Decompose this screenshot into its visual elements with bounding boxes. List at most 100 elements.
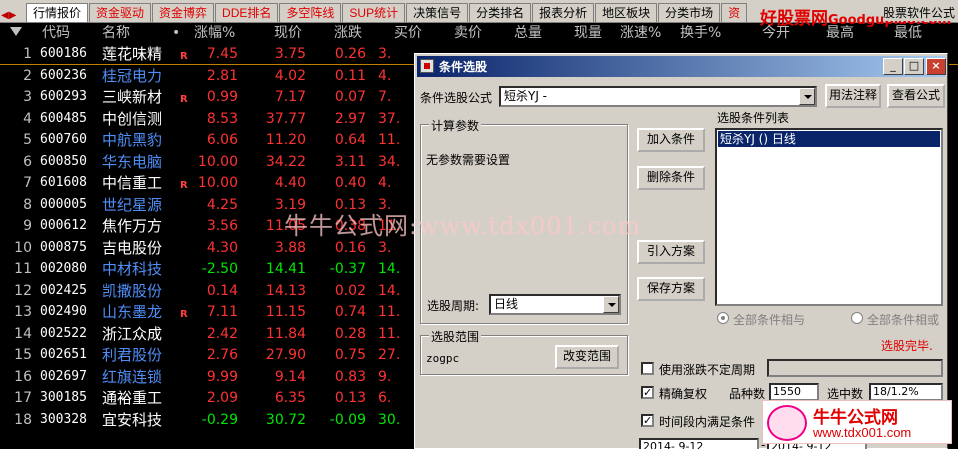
period-select[interactable]: 日线 xyxy=(489,294,621,315)
col-change[interactable]: 涨跌 xyxy=(334,23,362,43)
tab-9[interactable]: 地区板块 xyxy=(595,3,658,22)
stock-code: 600850 xyxy=(40,153,87,169)
tab-0[interactable]: 行情报价 xyxy=(26,3,89,22)
tab-scroll-nav[interactable]: ◀▶ xyxy=(1,3,25,21)
last-price: 34.22 xyxy=(265,153,306,170)
maximize-button[interactable]: □ xyxy=(904,58,924,75)
row-index: 10 xyxy=(14,239,32,256)
conditions-list[interactable]: 短杀YJ () 日线 xyxy=(715,128,943,306)
row-index: 12 xyxy=(14,282,32,299)
usage-notes-button[interactable]: 用法注释 xyxy=(825,84,881,108)
radio-or[interactable] xyxy=(851,312,863,324)
stock-name: 凯撒股份 xyxy=(102,281,163,300)
last-price: 3.75 xyxy=(274,46,306,62)
formula-select[interactable]: 短杀YJ - xyxy=(499,86,817,107)
col-open[interactable]: 今开 xyxy=(762,23,790,43)
row-index: 11 xyxy=(14,261,32,277)
stock-code: 002425 xyxy=(40,282,87,298)
tab-scroll-left-icon[interactable]: ◀ xyxy=(1,7,9,24)
col-pct[interactable]: 涨幅% xyxy=(194,23,235,43)
stock-name: 通裕重工 xyxy=(102,389,163,407)
minimize-button[interactable]: _ xyxy=(883,58,903,75)
col-price[interactable]: 现价 xyxy=(274,23,302,43)
add-condition-button[interactable]: 加入条件 xyxy=(637,128,705,152)
exact-restore-checkbox[interactable]: ✓ xyxy=(641,386,654,399)
view-formula-button[interactable]: 查看公式 xyxy=(887,84,945,108)
col-sell[interactable]: 卖价 xyxy=(454,23,482,43)
radio-and[interactable] xyxy=(717,312,729,324)
last-price: 11.15 xyxy=(265,304,306,320)
tab-11[interactable]: 资 xyxy=(721,3,748,22)
time-condition-checkbox[interactable]: ✓ xyxy=(641,414,654,427)
last-price: 11.20 xyxy=(265,132,306,148)
tab-3[interactable]: DDE排名 xyxy=(215,3,279,22)
tab-5[interactable]: SUP统计 xyxy=(342,3,406,22)
stock-code: 002522 xyxy=(40,325,87,341)
change-amount: 0.74 xyxy=(334,304,366,320)
last-price: 37.77 xyxy=(265,110,306,127)
stock-name: 焦作万方 xyxy=(102,217,163,235)
tab-7[interactable]: 分类排名 xyxy=(469,3,532,22)
chevron-down-icon[interactable] xyxy=(799,88,815,105)
chevron-down-icon[interactable] xyxy=(603,296,619,313)
change-pct: 10.00 xyxy=(197,175,238,191)
col-buy[interactable]: 买价 xyxy=(394,23,422,43)
change-amount: 0.40 xyxy=(334,175,366,191)
close-button[interactable]: × xyxy=(926,58,946,75)
stock-code: 600186 xyxy=(40,46,87,61)
tab-4[interactable]: 多空阵线 xyxy=(279,3,342,22)
use-updown-period-checkbox[interactable] xyxy=(641,362,654,375)
change-amount: 0.26 xyxy=(334,46,366,62)
change-pct: 4.30 xyxy=(206,239,238,256)
last-price: 9.14 xyxy=(274,368,306,385)
brand-right-label: 股票软件公式 xyxy=(883,4,956,21)
bid-price: 11. xyxy=(378,304,401,320)
change-pct: 7.11 xyxy=(206,304,238,320)
change-pct: 2.76 xyxy=(206,347,238,363)
stock-name: 中信重工 xyxy=(102,174,163,192)
sort-down-icon[interactable] xyxy=(10,27,22,36)
col-code[interactable]: 代码 xyxy=(42,23,70,43)
col-volume[interactable]: 总量 xyxy=(514,23,542,43)
col-name[interactable]: 名称 xyxy=(102,23,130,43)
row-index: 13 xyxy=(14,304,32,320)
change-range-button[interactable]: 改变范围 xyxy=(555,345,619,369)
stock-code: 600293 xyxy=(40,89,87,104)
bid-price: 3. xyxy=(378,46,392,62)
col-turnover[interactable]: 换手% xyxy=(680,23,721,43)
updown-period-field[interactable] xyxy=(767,359,943,377)
bid-price: 14. xyxy=(378,282,401,299)
col-high[interactable]: 最高 xyxy=(826,23,854,43)
tab-8[interactable]: 报表分析 xyxy=(532,3,595,22)
last-price: 11.84 xyxy=(265,325,306,342)
col-speed[interactable]: 涨速% xyxy=(620,23,661,43)
save-scheme-button[interactable]: 保存方案 xyxy=(637,277,705,301)
col-low[interactable]: 最低 xyxy=(894,23,922,43)
row-index: 18 xyxy=(14,411,32,428)
tab-scroll-right-icon[interactable]: ▶ xyxy=(9,7,17,24)
tab-10[interactable]: 分类市场 xyxy=(658,3,721,22)
stock-name: 浙江众成 xyxy=(102,324,163,343)
variety-label: 品种数 xyxy=(729,387,766,401)
tab-1[interactable]: 资金驱动 xyxy=(89,3,152,22)
market-tabs: 行情报价 资金驱动 资金博弈 DDE排名 多空阵线 SUP统计 决策信号 分类排名 报表分析 地区… xyxy=(26,2,748,23)
col-cur-vol[interactable]: 现量 xyxy=(574,23,602,43)
range-value: zogpc xyxy=(426,352,460,365)
table-header: 代码 名称 • 涨幅% 现价 涨跌 买价 卖价 总量 现量 涨速% 换手% 今开… xyxy=(0,23,958,43)
change-amount: 0.02 xyxy=(334,282,366,299)
tab-2[interactable]: 资金博弈 xyxy=(152,3,215,22)
change-pct: 4.25 xyxy=(206,196,238,213)
date-from-field[interactable]: 2014- 9-12 xyxy=(639,438,759,449)
watermark-text: 牛牛公式网:www.tdx001.com xyxy=(284,212,642,240)
stock-name: 中材科技 xyxy=(102,260,163,278)
list-item[interactable]: 短杀YJ () 日线 xyxy=(718,131,940,147)
change-amount: 3.11 xyxy=(334,153,366,170)
delete-condition-button[interactable]: 删除条件 xyxy=(637,166,705,190)
period-label: 选股周期: xyxy=(427,299,480,313)
import-scheme-button[interactable]: 引入方案 xyxy=(637,240,705,264)
period-value: 日线 xyxy=(494,297,519,311)
tab-6[interactable]: 决策信号 xyxy=(406,3,469,22)
change-amount: -0.37 xyxy=(329,261,366,277)
change-amount: 0.75 xyxy=(334,347,366,363)
dialog-titlebar[interactable]: 条件选股 _ □ × xyxy=(417,56,946,77)
